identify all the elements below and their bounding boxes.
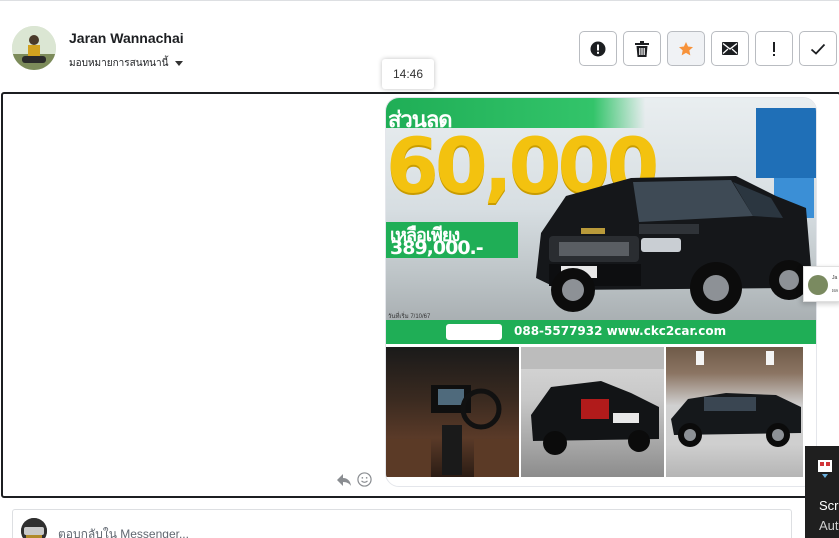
- truck-side-image: [671, 351, 801, 447]
- user-avatar[interactable]: [12, 26, 56, 70]
- envelope-icon: [722, 42, 738, 55]
- popup-avatar: [808, 275, 828, 295]
- page-avatar: [21, 518, 47, 538]
- assign-label: มอบหมายการสนทนานี้: [69, 58, 169, 69]
- mark-done-button[interactable]: [799, 31, 837, 66]
- truck-rear-image: [521, 347, 664, 455]
- pickup-truck-image: [536, 176, 811, 314]
- conversation-actions: [579, 31, 837, 66]
- popup-subtitle: ผล: [832, 288, 838, 294]
- popup-name: Ja: [832, 275, 838, 281]
- mark-unread-button[interactable]: [711, 31, 749, 66]
- smiley-icon[interactable]: [357, 472, 372, 487]
- app-icon: [818, 460, 832, 478]
- conversation-view: Jaran Wannachai มอบหมายการสนทนานี้ 14:46…: [0, 0, 839, 538]
- sale-price: 389,000.-: [390, 237, 484, 259]
- top-divider: [0, 0, 839, 3]
- chat-popup-preview[interactable]: Ja ผล: [803, 266, 839, 302]
- contact-bar: 088-5577932 www.ckc2car.com: [386, 320, 816, 344]
- star-icon: [679, 41, 693, 55]
- message-timestamp: 14:46: [382, 59, 434, 89]
- rear-photo[interactable]: [521, 347, 664, 477]
- reply-icon[interactable]: [336, 473, 352, 487]
- user-name[interactable]: Jaran Wannachai: [69, 30, 184, 46]
- star-button[interactable]: [667, 31, 705, 66]
- side-photo[interactable]: [666, 347, 803, 477]
- dashboard-image: [386, 385, 519, 477]
- interior-photo[interactable]: [386, 347, 519, 477]
- delete-button[interactable]: [623, 31, 661, 66]
- mark-spam-button[interactable]: [579, 31, 617, 66]
- exclamation-icon: [773, 41, 775, 56]
- contact-info: 088-5577932 www.ckc2car.com: [514, 324, 727, 338]
- mark-important-button[interactable]: [755, 31, 793, 66]
- check-icon: [810, 43, 826, 55]
- reply-input-placeholder[interactable]: ตอบกลับใน Messenger...: [58, 525, 189, 538]
- message-image-attachment[interactable]: ส่วนลด 60,000 เหลือเพียง 389,000.- วันที…: [385, 97, 817, 487]
- dealer-logo: [446, 324, 502, 340]
- reply-composer[interactable]: ตอบกลับใน Messenger...: [12, 509, 792, 538]
- system-notification[interactable]: Scr Aut: [805, 446, 839, 538]
- trash-icon: [635, 40, 649, 57]
- promo-main-image[interactable]: ส่วนลด 60,000 เหลือเพียง 389,000.- วันที…: [386, 98, 816, 344]
- assign-conversation-dropdown[interactable]: มอบหมายการสนทนานี้: [69, 56, 184, 71]
- message-reactions: [336, 472, 372, 487]
- caret-down-icon: [175, 61, 184, 66]
- notification-title: Scr: [819, 498, 839, 513]
- alert-circle-icon: [590, 41, 606, 56]
- notification-subtitle: Aut: [819, 518, 839, 533]
